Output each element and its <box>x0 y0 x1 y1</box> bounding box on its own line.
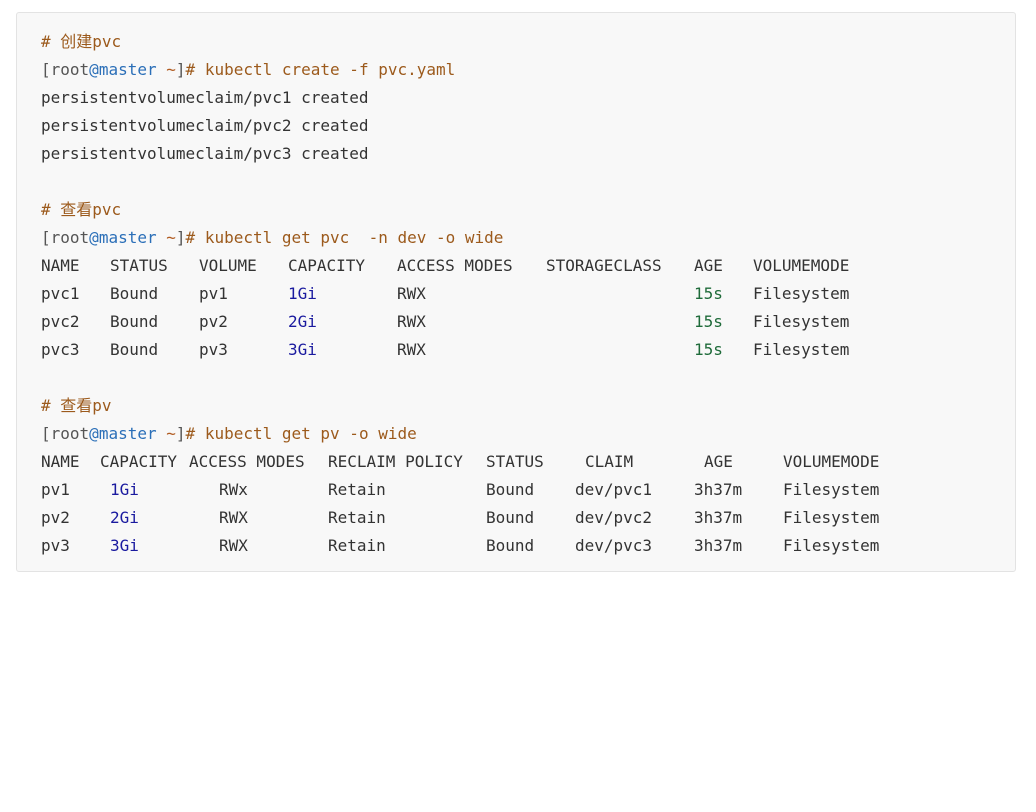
prompt-line: [root@master ~]# kubectl get pv -o wide <box>41 424 417 443</box>
pv-age: 3h37m <box>694 508 743 527</box>
pvc-volumemode: Filesystem <box>753 340 850 359</box>
prompt-path: ~ <box>166 424 176 443</box>
prompt-hash: # <box>185 60 196 79</box>
pvc-volume: pv2 <box>199 312 228 331</box>
header-cell: VOLUMEMODE <box>783 452 880 471</box>
pvc-access-modes: RWX <box>397 340 426 359</box>
pv-reclaim-policy: Retain <box>328 508 386 527</box>
pvc-name: pvc1 <box>41 284 80 303</box>
pv-access-modes: RWX <box>219 536 248 555</box>
pv-capacity: 3Gi <box>110 536 139 555</box>
prompt-at: @ <box>89 228 99 247</box>
pv-name: pv1 <box>41 480 70 499</box>
pvc-name: pvc2 <box>41 312 80 331</box>
pv-name: pv2 <box>41 508 70 527</box>
pv-access-modes: RWX <box>219 508 248 527</box>
command-get-pv: kubectl get pv -o wide <box>204 424 417 443</box>
prompt-host: master <box>98 424 157 443</box>
pvc-capacity: 2Gi <box>288 312 317 331</box>
prompt-user: root <box>50 424 90 443</box>
pvc-capacity: 1Gi <box>288 284 317 303</box>
pvc-name: pvc3 <box>41 340 80 359</box>
pvc-age: 15s <box>694 340 723 359</box>
header-cell: ACCESS MODES <box>397 256 513 275</box>
header-cell: ACCESS MODES <box>189 452 305 471</box>
command-create: kubectl create -f pvc.yaml <box>204 60 456 79</box>
pv-access-modes: RWx <box>219 480 248 499</box>
header-cell: VOLUME <box>199 256 257 275</box>
pv-status: Bound <box>486 536 535 555</box>
pv-table-header: NAME CAPACITY ACCESS MODES RECLAIM POLIC… <box>41 448 879 476</box>
prompt-user: root <box>50 60 90 79</box>
pv-volumemode: Filesystem <box>783 480 880 499</box>
prompt-host: master <box>98 60 157 79</box>
output-line: persistentvolumeclaim/pvc2 created <box>41 116 369 135</box>
table-row: pv3 3Gi RWX Retain Bound dev/pvc3 3h37m … <box>41 532 879 560</box>
header-cell: RECLAIM POLICY <box>328 452 463 471</box>
prompt-hash: # <box>185 228 196 247</box>
pv-claim: dev/pvc1 <box>575 480 653 499</box>
table-row: pvc2 Bound pv2 2Gi RWX 15s Filesystem <box>41 308 849 336</box>
header-cell: VOLUMEMODE <box>753 256 850 275</box>
pvc-capacity: 3Gi <box>288 340 317 359</box>
header-cell: AGE <box>704 452 733 471</box>
header-cell: CLAIM <box>585 452 634 471</box>
pv-reclaim-policy: Retain <box>328 536 386 555</box>
table-row: pvc3 Bound pv3 3Gi RWX 15s Filesystem <box>41 336 849 364</box>
prompt-user: root <box>50 228 90 247</box>
comment-view-pvc: # 查看pvc <box>41 200 122 219</box>
prompt-host: master <box>98 228 157 247</box>
prompt-line: [root@master ~]# kubectl create -f pvc.y… <box>41 60 456 79</box>
table-row: pvc1 Bound pv1 1Gi RWX 15s Filesystem <box>41 280 849 308</box>
prompt-line: [root@master ~]# kubectl get pvc -n dev … <box>41 228 504 247</box>
prompt-path: ~ <box>166 228 176 247</box>
pvc-age: 15s <box>694 312 723 331</box>
header-cell: STORAGECLASS <box>546 256 662 275</box>
pvc-volume: pv1 <box>199 284 228 303</box>
pv-volumemode: Filesystem <box>783 536 880 555</box>
output-line: persistentvolumeclaim/pvc3 created <box>41 144 369 163</box>
comment-view-pv: # 查看pv <box>41 396 112 415</box>
pv-volumemode: Filesystem <box>783 508 880 527</box>
pvc-age: 15s <box>694 284 723 303</box>
pv-status: Bound <box>486 508 535 527</box>
pvc-status: Bound <box>110 284 159 303</box>
pv-claim: dev/pvc2 <box>575 508 653 527</box>
code-block: # 创建pvc [root@master ~]# kubectl create … <box>16 12 1016 572</box>
pv-name: pv3 <box>41 536 70 555</box>
header-cell: STATUS <box>486 452 544 471</box>
prompt-at: @ <box>89 424 99 443</box>
pvc-status: Bound <box>110 340 159 359</box>
prompt-at: @ <box>89 60 99 79</box>
pvc-status: Bound <box>110 312 159 331</box>
header-cell: NAME <box>41 256 80 275</box>
pv-capacity: 1Gi <box>110 480 139 499</box>
pv-age: 3h37m <box>694 536 743 555</box>
pv-claim: dev/pvc3 <box>575 536 653 555</box>
header-cell: STATUS <box>110 256 168 275</box>
output-line: persistentvolumeclaim/pvc1 created <box>41 88 369 107</box>
pvc-access-modes: RWX <box>397 284 426 303</box>
header-cell: AGE <box>694 256 723 275</box>
command-get-pvc: kubectl get pvc -n dev -o wide <box>204 228 504 247</box>
table-row: pv2 2Gi RWX Retain Bound dev/pvc2 3h37m … <box>41 504 879 532</box>
comment-create-pvc: # 创建pvc <box>41 32 122 51</box>
header-cell: CAPACITY <box>100 452 178 471</box>
header-cell: NAME <box>41 452 80 471</box>
table-row: pv1 1Gi RWx Retain Bound dev/pvc1 3h37m … <box>41 476 879 504</box>
pvc-volumemode: Filesystem <box>753 312 850 331</box>
pvc-volumemode: Filesystem <box>753 284 850 303</box>
pv-age: 3h37m <box>694 480 743 499</box>
pv-reclaim-policy: Retain <box>328 480 386 499</box>
pvc-table-header: NAME STATUS VOLUME CAPACITY ACCESS MODES… <box>41 252 849 280</box>
prompt-path: ~ <box>166 60 176 79</box>
pvc-volume: pv3 <box>199 340 228 359</box>
pv-capacity: 2Gi <box>110 508 139 527</box>
header-cell: CAPACITY <box>288 256 366 275</box>
prompt-hash: # <box>185 424 196 443</box>
pvc-access-modes: RWX <box>397 312 426 331</box>
pv-status: Bound <box>486 480 535 499</box>
